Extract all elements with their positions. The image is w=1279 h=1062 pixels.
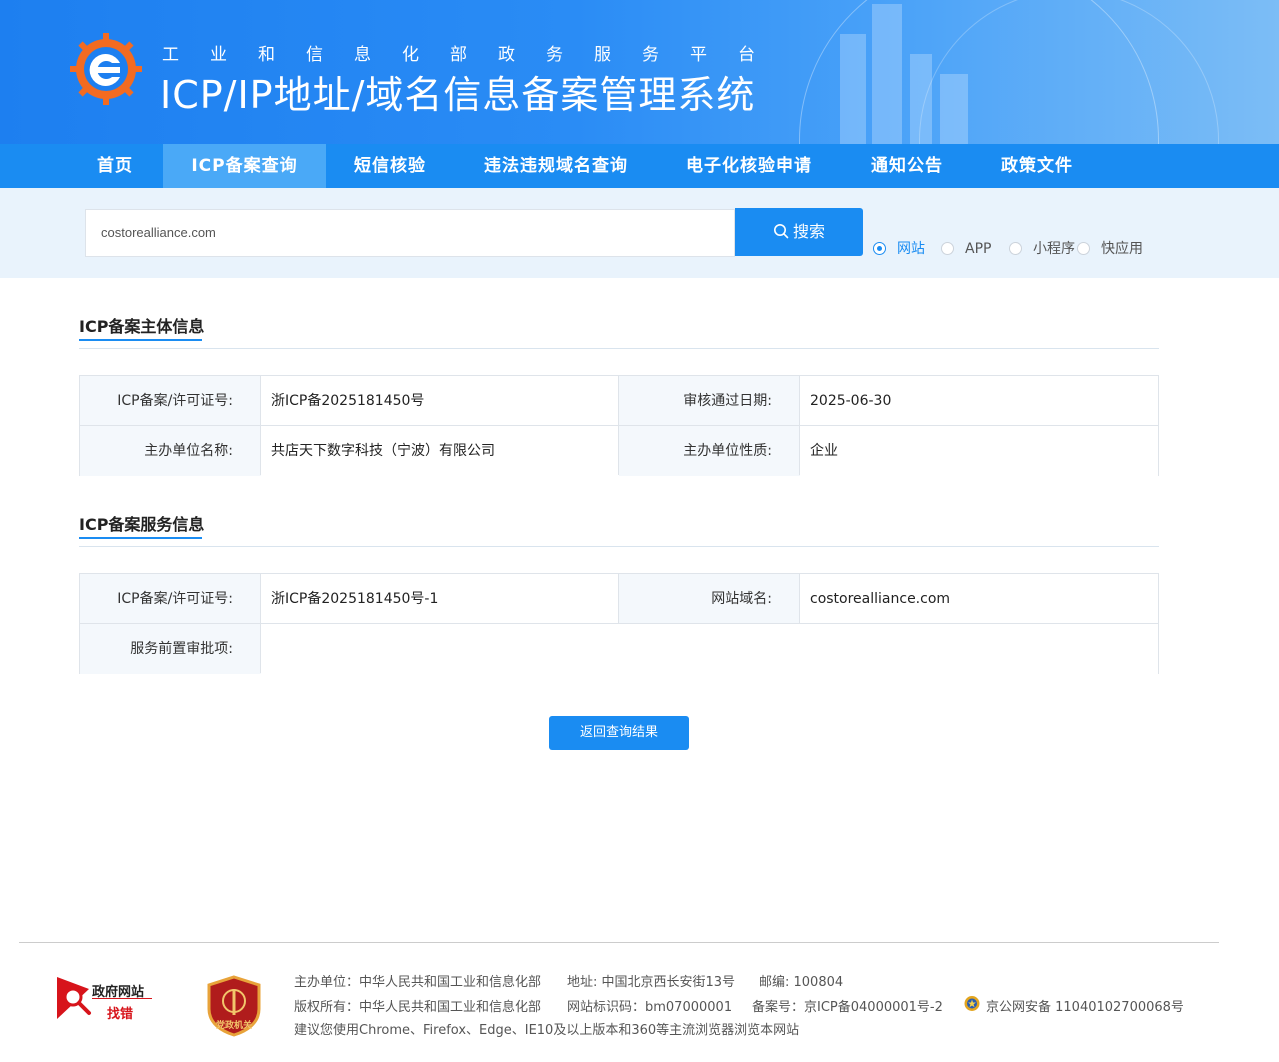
party-gov-badge[interactable]: 党政机关 <box>207 975 261 1037</box>
police-emblem-icon <box>964 996 980 1011</box>
search-button-label: 搜索 <box>792 222 825 241</box>
table-row-divider <box>80 623 1158 624</box>
banner-decoration <box>840 34 866 144</box>
org-name-value: 共店天下数字科技（宁波）有限公司 <box>261 426 619 476</box>
license-label: ICP备案/许可证号: <box>80 376 261 426</box>
section-title-subject: ICP备案主体信息 <box>79 317 205 336</box>
org-type-label: 主办单位性质: <box>619 426 800 476</box>
footer-postcode: 邮编: 100804 <box>759 975 844 990</box>
footer-sponsor: 主办单位：中华人民共和国工业和信息化部 <box>294 975 542 990</box>
approval-date-label: 审核通过日期: <box>619 376 800 426</box>
header-banner: 工业和信息化部政务服务平台 ICP/IP地址/域名信息备案管理系统 <box>0 0 1279 144</box>
badge-divider <box>92 998 152 999</box>
radio-checked-icon <box>873 242 886 255</box>
section-divider <box>79 546 1159 547</box>
portal-subtitle: 工业和信息化部政务服务平台 <box>162 45 786 65</box>
radio-unchecked-icon <box>941 242 954 255</box>
miit-logo-icon <box>70 33 142 105</box>
nav-electronic-verify[interactable]: 电子化核验申请 <box>670 144 828 188</box>
footer-browser-tip: 建议您使用Chrome、Firefox、Edge、IE10及以上版本和360等主… <box>294 1023 800 1038</box>
radio-unchecked-icon <box>1077 242 1090 255</box>
table-col-divider <box>799 574 800 623</box>
section-divider <box>79 348 1159 349</box>
radio-label: 小程序 <box>1033 241 1075 257</box>
table-col-divider <box>260 376 261 475</box>
gov-badge-subtitle: 找错 <box>107 1007 134 1022</box>
search-bar: costorealliance.com 搜索 网站 APP 小程序 快应用 <box>0 188 1279 278</box>
nav-home[interactable]: 首页 <box>80 144 150 188</box>
pre-approval-label: 服务前置审批项: <box>80 624 261 674</box>
radio-label: 网站 <box>897 241 925 257</box>
org-name-label: 主办单位名称: <box>80 426 261 476</box>
nav-illegal-domain-query[interactable]: 违法违规域名查询 <box>468 144 644 188</box>
banner-decoration <box>940 74 968 144</box>
section-underline <box>79 339 202 341</box>
banner-decoration <box>872 4 902 144</box>
radio-label: 快应用 <box>1101 241 1143 257</box>
main-nav: 首页 ICP备案查询 短信核验 违法违规域名查询 电子化核验申请 通知公告 政策… <box>0 144 1279 188</box>
footer-divider <box>19 942 1219 943</box>
footer-address: 地址: 中国北京西长安街13号 <box>567 975 736 990</box>
banner-decoration <box>910 54 932 144</box>
domain-label: 网站域名: <box>619 574 800 624</box>
back-to-results-button[interactable]: 返回查询结果 <box>549 716 689 750</box>
section-title-service: ICP备案服务信息 <box>79 515 205 534</box>
table-row-divider <box>80 425 1158 426</box>
nav-sms-verify[interactable]: 短信核验 <box>338 144 442 188</box>
service-license-label: ICP备案/许可证号: <box>80 574 261 624</box>
license-value: 浙ICP备2025181450号 <box>261 376 619 426</box>
footer-site-id: 网站标识码：bm07000001 <box>567 1000 733 1015</box>
footer-icp-link[interactable]: 备案号：京ICP备04000001号-2 <box>752 996 943 1015</box>
service-license-value: 浙ICP备2025181450号-1 <box>261 574 619 624</box>
radio-label: APP <box>965 241 992 257</box>
approval-date-value: 2025-06-30 <box>800 376 1158 426</box>
pre-approval-value <box>261 624 1158 674</box>
table-col-divider <box>799 376 800 475</box>
domain-value: costorealliance.com <box>800 574 1158 624</box>
footer-copyright: 版权所有：中华人民共和国工业和信息化部 <box>294 1000 542 1015</box>
service-info-table: ICP备案/许可证号: 浙ICP备2025181450号-1 网站域名: cos… <box>79 573 1159 674</box>
org-type-value: 企业 <box>800 426 1158 476</box>
search-input[interactable]: costorealliance.com <box>85 209 735 257</box>
subject-info-table: ICP备案/许可证号: 浙ICP备2025181450号 审核通过日期: 202… <box>79 375 1159 476</box>
footer-police-record-link[interactable]: 京公网安备 11040102700068号 <box>986 996 1184 1015</box>
search-icon <box>773 224 789 239</box>
party-badge-label: 党政机关 <box>215 1021 252 1031</box>
radio-unchecked-icon <box>1009 242 1022 255</box>
table-col-divider <box>618 574 619 623</box>
table-col-divider <box>618 376 619 475</box>
section-underline <box>79 537 202 539</box>
search-button[interactable]: 搜索 <box>735 208 863 256</box>
page-title: ICP/IP地址/域名信息备案管理系统 <box>160 73 756 117</box>
table-col-divider <box>260 574 261 673</box>
magnifier-flag-icon <box>57 977 91 1019</box>
gov-site-error-report-badge[interactable]: 政府网站 找错 <box>55 975 155 1022</box>
nav-icp-query[interactable]: ICP备案查询 <box>163 144 326 188</box>
nav-policy-docs[interactable]: 政策文件 <box>985 144 1089 188</box>
nav-notices[interactable]: 通知公告 <box>855 144 959 188</box>
